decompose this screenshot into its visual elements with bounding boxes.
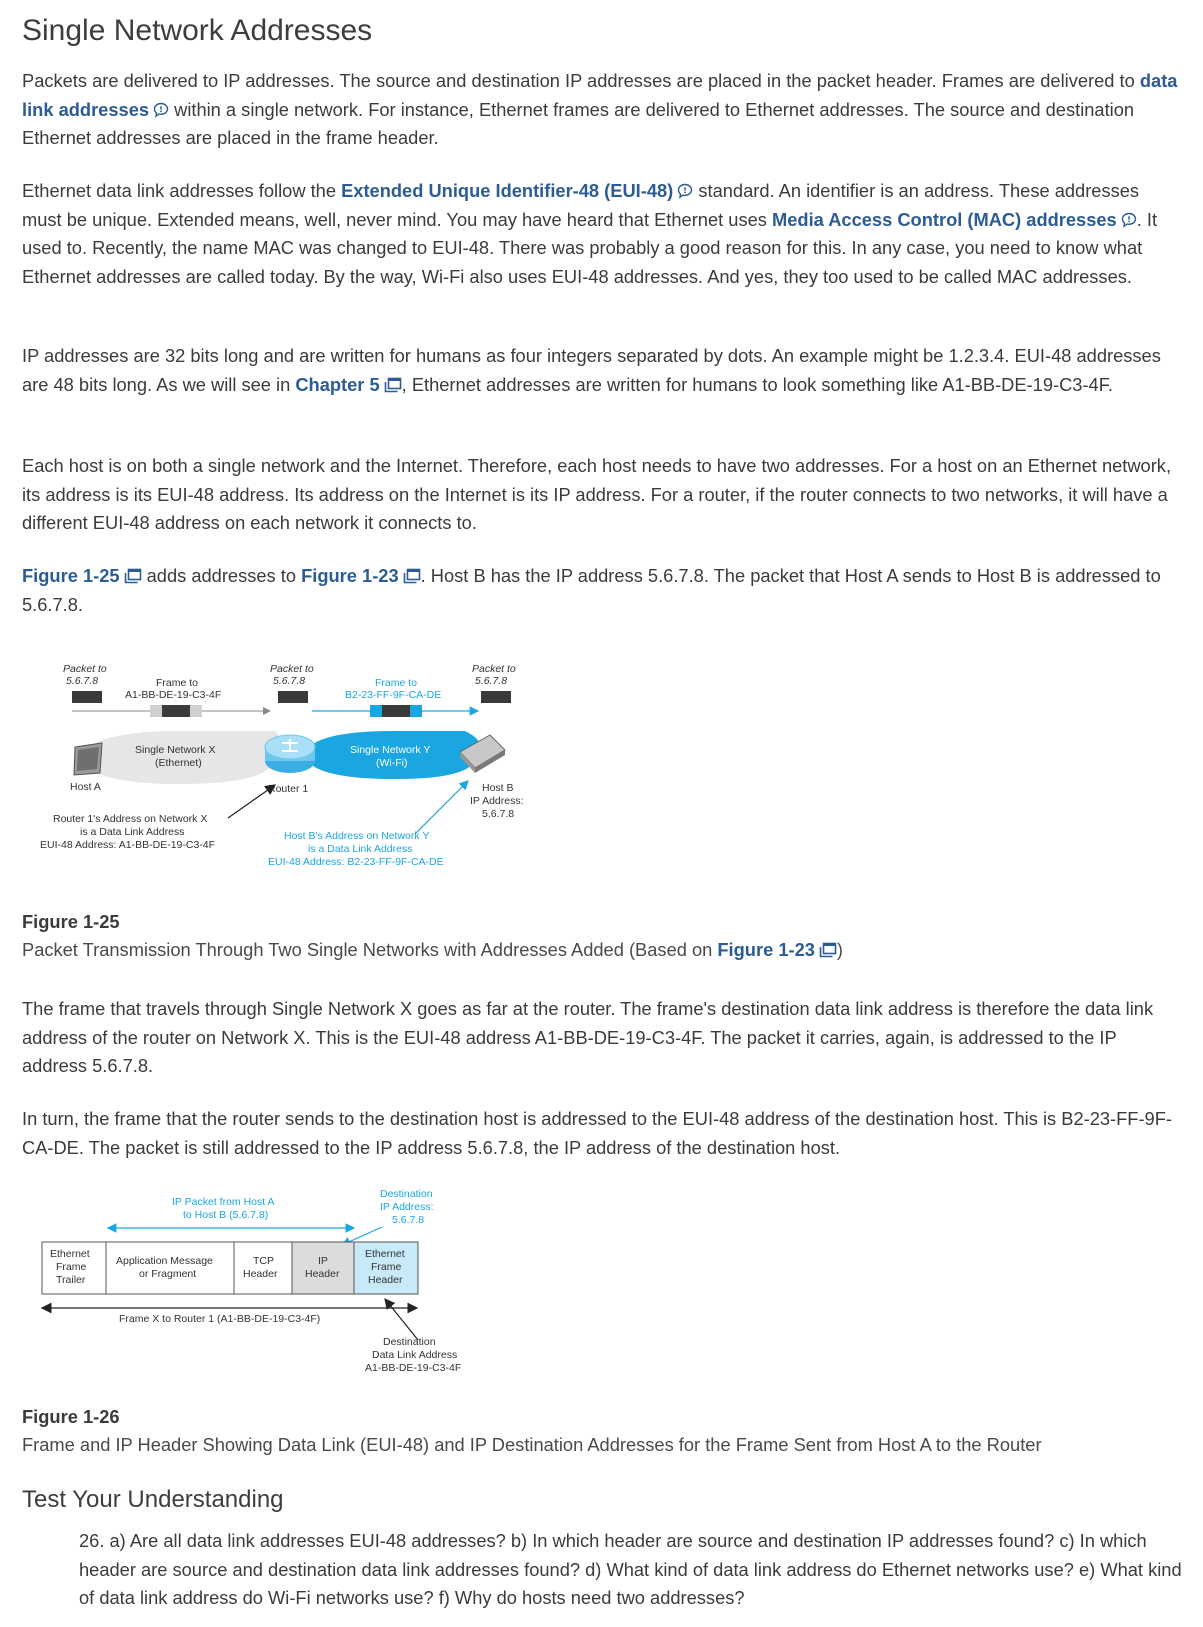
packet-ip-label-1: 5.6.7.8 <box>66 675 98 687</box>
trailer-line-3: Trailer <box>56 1274 86 1286</box>
figure-1-26-diagram: IP Packet from Host A to Host B (5.6.7.8… <box>40 1188 461 1374</box>
figure-1-25-diagram: Packet to 5.6.7.8 Packet to 5.6.7.8 Pack… <box>40 663 524 868</box>
speech-bubble-icon[interactable] <box>153 102 169 118</box>
question-26: 26. a) Are all data link addresses EUI-4… <box>79 1530 1182 1609</box>
frame-y-address: B2-23-FF-9F-CA-DE <box>345 689 441 701</box>
window-link-icon[interactable] <box>384 377 402 393</box>
dest-ip-label-3: 5.6.7.8 <box>392 1214 424 1226</box>
paragraph-7: In turn, the frame that the router sends… <box>22 1108 1172 1158</box>
network-x-label-2: (Ethernet) <box>155 757 202 769</box>
frame-x-packet <box>162 705 190 717</box>
trailer-line-2: Frame <box>56 1261 86 1273</box>
host-b-label-3: 5.6.7.8 <box>482 808 514 820</box>
host-a-icon <box>73 742 103 776</box>
frame-x-address: A1-BB-DE-19-C3-4F <box>125 689 221 701</box>
ip-packet-label-1: IP Packet from Host A <box>172 1196 275 1208</box>
host-b-address-line-3: EUI-48 Address: B2-23-FF-9F-CA-DE <box>268 856 444 868</box>
frame-x-label: Frame X to Router 1 (A1-BB-DE-19-C3-4F) <box>119 1313 320 1325</box>
packet-icon <box>278 691 308 703</box>
chapter-5-link[interactable]: Chapter 5 <box>295 374 379 395</box>
network-x-label-1: Single Network X <box>135 744 216 756</box>
packet-ip-label-2: 5.6.7.8 <box>273 675 305 687</box>
packet-to-label-1: Packet to <box>63 663 107 675</box>
speech-bubble-icon[interactable] <box>1121 212 1137 228</box>
router-address-arrow <box>227 784 276 819</box>
figure-1-23-link[interactable]: Figure 1-23 <box>301 565 399 586</box>
dest-dl-label-2: Data Link Address <box>372 1349 457 1361</box>
paragraph-3: IP addresses are 32 bits long and are wr… <box>22 345 1161 395</box>
ip-packet-label-2: to Host B (5.6.7.8) <box>183 1209 268 1221</box>
figure-1-26-label: Figure 1-26 <box>22 1406 120 1427</box>
dest-dl-label-3: A1-BB-DE-19-C3-4F <box>365 1362 461 1374</box>
window-link-icon[interactable] <box>403 568 421 584</box>
packet-icon <box>72 691 102 703</box>
tcp-line-1: TCP <box>253 1255 274 1267</box>
router-address-line-1: Router 1's Address on Network X <box>53 813 207 825</box>
router-address-line-2: is a Data Link Address <box>80 826 184 838</box>
host-b-label-1: Host B <box>482 782 514 794</box>
figure-1-26-caption: Frame and IP Header Showing Data Link (E… <box>22 1434 1042 1455</box>
figure-1-23-link[interactable]: Figure 1-23 <box>717 939 815 960</box>
app-msg-line-1: Application Message <box>116 1255 213 1267</box>
window-link-icon[interactable] <box>819 942 837 958</box>
ip-line-1: IP <box>318 1255 328 1267</box>
paragraph-5: Figure 1-25 adds addresses to Figure 1-2… <box>22 565 1161 615</box>
speech-bubble-icon[interactable] <box>677 183 693 199</box>
paragraph-2: Ethernet data link addresses follow the … <box>22 180 1158 287</box>
host-b-address-arrow <box>414 780 469 835</box>
host-a-label: Host A <box>70 781 101 793</box>
tcp-line-2: Header <box>243 1268 278 1280</box>
network-y-label-1: Single Network Y <box>350 744 430 756</box>
paragraph-1: Packets are delivered to IP addresses. T… <box>22 70 1178 149</box>
dest-ip-label-1: Destination <box>380 1188 433 1200</box>
figure-1-25-link[interactable]: Figure 1-25 <box>22 565 120 586</box>
dest-ip-label-2: IP Address: <box>380 1201 434 1213</box>
page-title: Single Network Addresses <box>22 14 373 47</box>
app-msg-line-2: or Fragment <box>139 1268 196 1280</box>
dest-dl-label-1: Destination <box>383 1336 436 1348</box>
eth-hdr-line-3: Header <box>368 1274 403 1286</box>
packet-ip-label-3: 5.6.7.8 <box>475 675 507 687</box>
paragraph-4: Each host is on both a single network an… <box>22 455 1172 534</box>
frame-y-packet <box>382 705 410 717</box>
window-link-icon[interactable] <box>124 568 142 584</box>
host-b-label-2: IP Address: <box>470 795 524 807</box>
glossary-link-mac-addresses[interactable]: Media Access Control (MAC) addresses <box>772 209 1117 230</box>
eth-hdr-line-2: Frame <box>371 1261 401 1273</box>
router-icon <box>264 734 316 773</box>
packet-to-label-3: Packet to <box>472 663 516 675</box>
host-b-address-line-2: is a Data Link Address <box>308 843 412 855</box>
figure-1-25-caption: Packet Transmission Through Two Single N… <box>22 939 844 960</box>
paragraph-6: The frame that travels through Single Ne… <box>22 998 1154 1077</box>
ip-line-2: Header <box>305 1268 340 1280</box>
dest-dl-arrow <box>384 1298 419 1341</box>
trailer-line-1: Ethernet <box>50 1248 90 1260</box>
figure-1-25-label: Figure 1-25 <box>22 911 120 932</box>
router-label: Router 1 <box>268 783 308 795</box>
host-b-address-line-1: Host B's Address on Network Y <box>284 830 429 842</box>
packet-to-label-2: Packet to <box>270 663 314 675</box>
eth-hdr-line-1: Ethernet <box>365 1248 405 1260</box>
network-y-label-2: (Wi-Fi) <box>376 757 407 769</box>
glossary-link-eui-48[interactable]: Extended Unique Identifier-48 (EUI-48) <box>341 180 673 201</box>
packet-icon <box>481 691 511 703</box>
frame-to-label-x: Frame to <box>156 677 198 689</box>
frame-to-label-y: Frame to <box>375 677 417 689</box>
router-address-line-3: EUI-48 Address: A1-BB-DE-19-C3-4F <box>40 839 215 851</box>
test-your-understanding-heading: Test Your Understanding <box>22 1486 284 1513</box>
